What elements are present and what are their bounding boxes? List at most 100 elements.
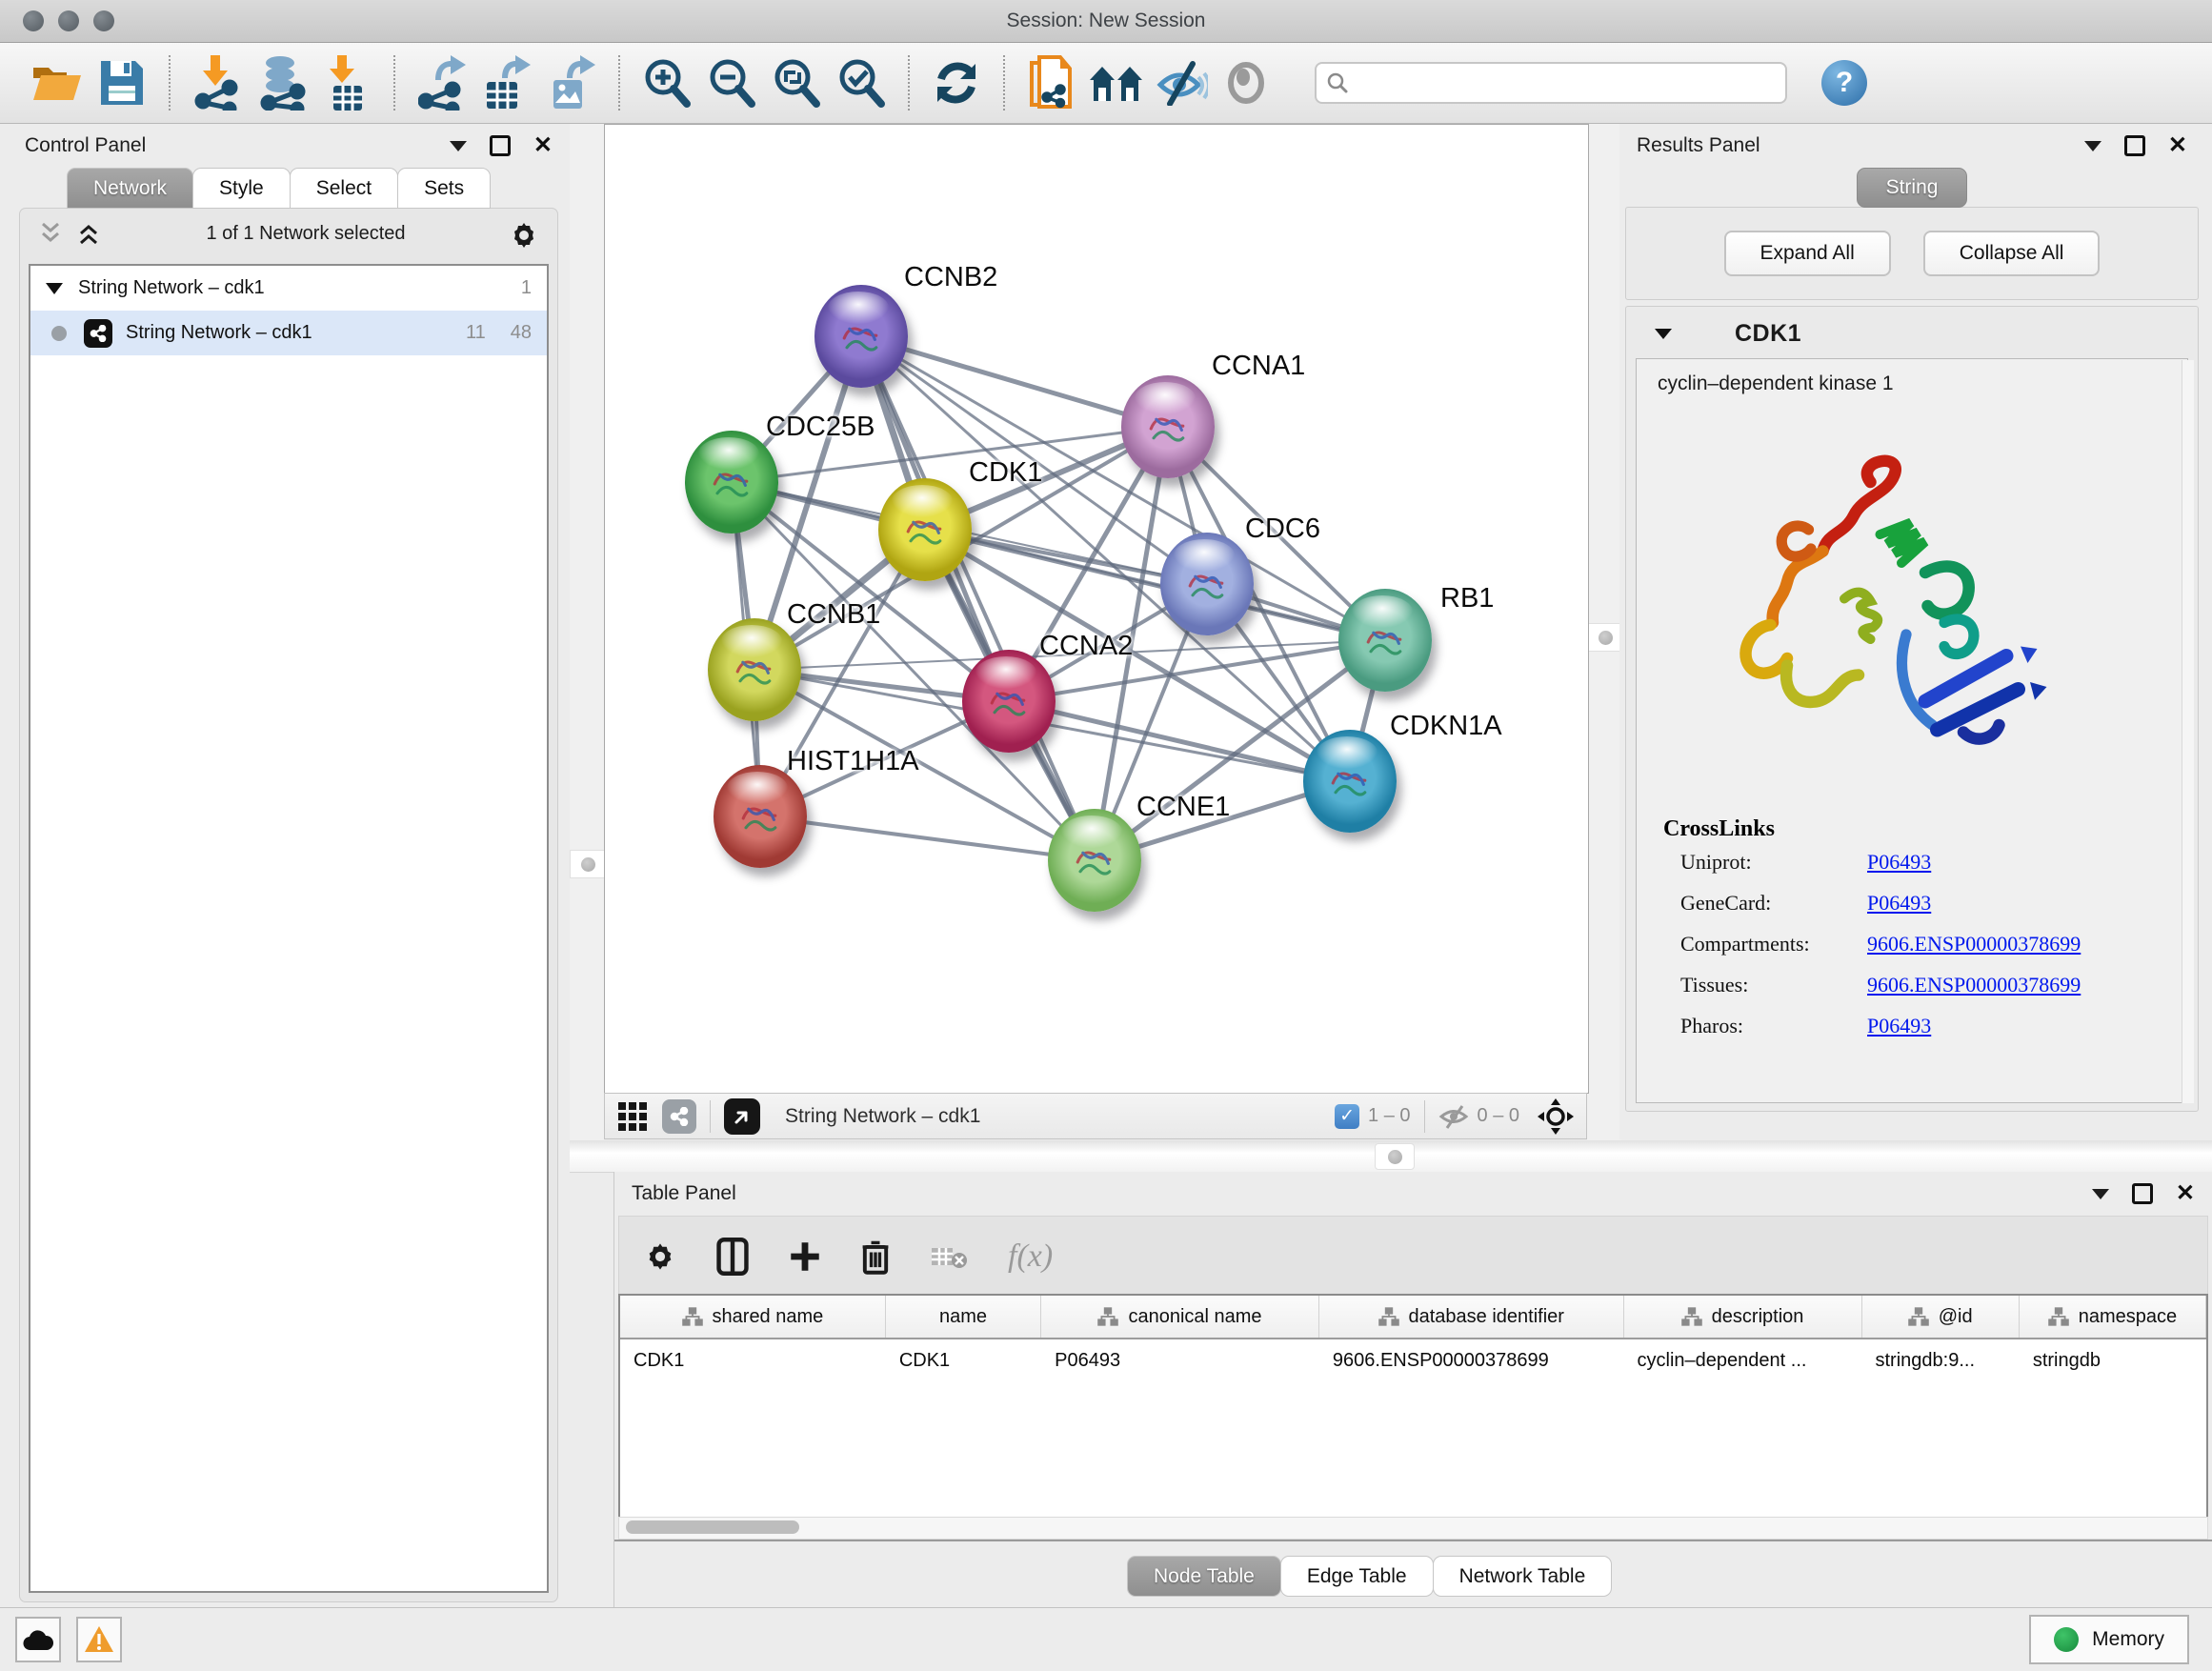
column-header-database-identifier[interactable]: database identifier [1319,1296,1624,1338]
column-header-namespace[interactable]: namespace [2020,1296,2206,1338]
bottom-splitter[interactable] [570,1140,2212,1173]
column-header-canonical-name[interactable]: canonical name [1041,1296,1319,1338]
add-column-icon[interactable] [789,1240,821,1273]
panel-float-icon[interactable] [2132,1183,2153,1204]
gear-icon[interactable] [510,219,538,248]
network-node-CDK1[interactable] [878,478,972,581]
clear-table-icon[interactable] [930,1242,968,1271]
table-cell[interactable]: CDK1 [886,1339,1041,1381]
export-network-button[interactable] [414,53,470,112]
hide-selected-button[interactable] [1154,53,1209,112]
network-node-CCNA2[interactable] [962,650,1056,753]
import-table-button[interactable] [319,53,374,112]
table-cell[interactable]: 9606.ENSP00000378699 [1319,1339,1624,1381]
show-columns-icon[interactable] [716,1238,749,1276]
selected-checkbox-icon[interactable]: ✓ [1335,1104,1359,1129]
panel-float-icon[interactable] [2124,135,2145,156]
gene-collapse-icon[interactable] [1655,329,1672,339]
string-view-icon[interactable] [662,1099,696,1134]
panel-float-icon[interactable] [490,135,511,156]
table-cell[interactable]: cyclin–dependent ... [1624,1339,1862,1381]
search-input[interactable] [1357,71,1776,95]
import-database-button[interactable] [254,53,310,112]
panel-menu-icon[interactable] [2092,1189,2109,1199]
panel-close-icon[interactable]: ✕ [2168,134,2187,157]
expand-all-icon[interactable] [77,222,102,245]
birds-eye-icon[interactable] [1537,1097,1575,1136]
left-splitter[interactable] [570,124,604,1140]
column-header-shared-name[interactable]: shared name [620,1296,886,1338]
open-session-button[interactable] [30,53,85,112]
network-node-CDKN1A[interactable] [1303,730,1397,833]
crosslink-link[interactable]: P06493 [1867,891,1931,916]
column-header--id[interactable]: @id [1862,1296,2020,1338]
share-document-button[interactable] [1024,53,1079,112]
column-header-description[interactable]: description [1624,1296,1862,1338]
network-node-HIST1H1A[interactable] [714,765,807,868]
delete-column-icon[interactable] [861,1238,890,1275]
panel-menu-icon[interactable] [2084,141,2101,151]
network-node-CCNB2[interactable] [814,285,908,388]
collapse-all-icon[interactable] [39,222,64,245]
table-cell[interactable]: CDK1 [620,1339,886,1381]
memory-button[interactable]: Memory [2029,1615,2189,1664]
detach-view-icon[interactable] [724,1098,760,1135]
table-cell[interactable]: stringdb:9... [1862,1339,2020,1381]
splitter-handle[interactable] [1587,623,1623,652]
node-table[interactable]: shared namename canonical name database … [618,1294,2208,1520]
network-collection-row[interactable]: String Network – cdk1 1 [30,266,547,311]
search-box[interactable] [1315,62,1787,104]
expand-all-button[interactable]: Expand All [1724,231,1891,276]
results-scrollbar[interactable] [2182,360,2194,1103]
table-cell[interactable]: P06493 [1041,1339,1319,1381]
warning-button[interactable] [76,1617,122,1662]
network-node-CCNB1[interactable] [708,618,801,721]
tab-edge-table[interactable]: Edge Table [1280,1556,1434,1597]
window-controls[interactable] [23,10,114,31]
close-window-icon[interactable] [23,10,44,31]
tab-network[interactable]: Network [67,168,193,209]
crosslink-link[interactable]: P06493 [1867,850,1931,875]
tab-sets[interactable]: Sets [397,168,491,209]
table-hscrollbar[interactable] [618,1517,2208,1540]
network-node-CDC25B[interactable] [685,431,778,534]
zoom-selected-button[interactable] [834,53,889,112]
column-header-name[interactable]: name [886,1296,1041,1338]
crosslink-link[interactable]: 9606.ENSP00000378699 [1867,973,2081,997]
crosslink-link[interactable]: 9606.ENSP00000378699 [1867,932,2081,956]
network-row[interactable]: String Network – cdk1 11 48 [30,311,547,355]
crosslink-link[interactable]: P06493 [1867,1014,1931,1038]
network-canvas[interactable]: CCNB2 CCNA1 CDC25B CDK1 CDC6 RB1 CCNB1 C… [604,124,1589,1094]
tab-node-table[interactable]: Node Table [1127,1556,1281,1597]
tab-network-table[interactable]: Network Table [1433,1556,1613,1597]
show-all-button[interactable] [1218,53,1274,112]
import-network-button[interactable] [190,53,245,112]
network-node-CCNA1[interactable] [1121,375,1215,478]
zoom-out-button[interactable] [704,53,759,112]
grid-view-icon[interactable] [616,1100,649,1133]
splitter-handle[interactable] [570,850,606,878]
function-builder-icon[interactable]: f(x) [1008,1238,1053,1275]
table-row[interactable]: CDK1CDK1P064939606.ENSP00000378699cyclin… [620,1339,2206,1381]
maximize-window-icon[interactable] [93,10,114,31]
minimize-window-icon[interactable] [58,10,79,31]
tab-style[interactable]: Style [192,168,291,209]
collapse-all-button[interactable]: Collapse All [1923,231,2101,276]
tab-select[interactable]: Select [290,168,398,209]
scrollbar-thumb[interactable] [626,1520,799,1534]
splitter-handle[interactable] [1375,1143,1415,1170]
zoom-in-button[interactable] [639,53,694,112]
cloud-button[interactable] [15,1617,61,1662]
save-session-button[interactable] [94,53,150,112]
panel-close-icon[interactable]: ✕ [533,134,553,157]
panel-close-icon[interactable]: ✕ [2176,1182,2195,1205]
table-settings-gear-icon[interactable] [644,1240,676,1273]
tree-expand-icon[interactable] [46,283,63,294]
tab-string[interactable]: String [1857,168,1968,208]
refresh-button[interactable] [929,53,984,112]
help-button[interactable]: ? [1821,60,1867,106]
right-splitter[interactable] [1587,124,1621,1140]
table-cell[interactable]: stringdb [2020,1339,2206,1381]
export-image-button[interactable] [544,53,599,112]
zoom-fit-button[interactable] [769,53,824,112]
